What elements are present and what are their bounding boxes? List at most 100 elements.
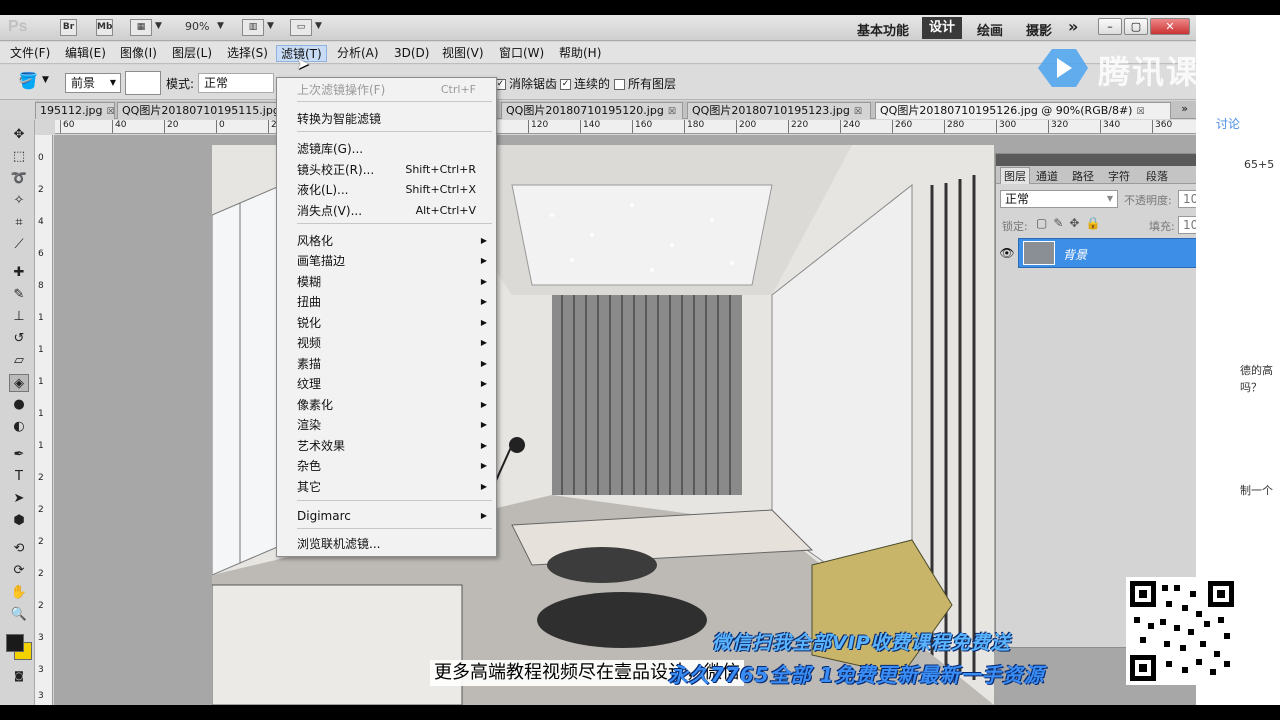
close-icon[interactable]: ☒: [668, 107, 676, 117]
quick-mask-icon[interactable]: ◙: [9, 668, 29, 686]
view-extras-icon[interactable]: ▦: [130, 19, 152, 36]
tab-channels[interactable]: 通道: [1036, 168, 1058, 184]
menu-item-digimarc[interactable]: Digimarc ▶: [297, 507, 492, 525]
chevron-down-icon[interactable]: ▼: [315, 21, 322, 31]
tab-paragraph[interactable]: 段落: [1146, 168, 1168, 184]
lasso-tool-icon[interactable]: ➰: [9, 170, 29, 188]
mode-select[interactable]: 正常: [198, 73, 274, 93]
marquee-tool-icon[interactable]: ⬚: [9, 148, 29, 166]
healing-brush-icon[interactable]: ✚: [9, 264, 29, 282]
tab-document-3[interactable]: QQ图片20180710195120.jpg ☒: [501, 102, 683, 119]
foreground-color-swatch[interactable]: [6, 634, 24, 652]
maximize-button[interactable]: ▢: [1124, 18, 1148, 35]
chevron-down-icon[interactable]: ▼: [217, 21, 224, 31]
menu-item-sketch[interactable]: 素描 ▶: [297, 355, 492, 373]
fill-source-select[interactable]: 前景 ▼: [65, 73, 121, 93]
path-selection-icon[interactable]: ➤: [9, 490, 29, 508]
clone-stamp-icon[interactable]: ⊥: [9, 308, 29, 326]
more-tabs-icon[interactable]: »: [1181, 102, 1188, 115]
contiguous-checkbox[interactable]: ✓ 连续的: [560, 75, 610, 92]
tab-character[interactable]: 字符: [1108, 168, 1130, 184]
close-icon[interactable]: ☒: [107, 107, 114, 117]
menu-item-brush-strokes[interactable]: 画笔描边 ▶: [297, 252, 492, 270]
close-button[interactable]: ✕: [1150, 18, 1190, 35]
zoom-level[interactable]: 90%: [185, 20, 209, 33]
menu-item-browse-filters-online[interactable]: 浏览联机滤镜...: [297, 535, 492, 553]
chevron-down-icon[interactable]: ▼: [155, 21, 162, 31]
eraser-tool-icon[interactable]: ▱: [9, 352, 29, 370]
menu-item-filter-gallery[interactable]: 滤镜库(G)...: [297, 140, 492, 158]
shape-tool-icon[interactable]: ⬢: [9, 512, 29, 530]
tab-layers[interactable]: 图层: [1000, 167, 1030, 184]
3d-rotate-icon[interactable]: ⟲: [9, 540, 29, 558]
eye-icon[interactable]: 👁: [998, 238, 1016, 268]
workspace-essentials[interactable]: 基本功能: [857, 20, 909, 39]
menu-window[interactable]: 窗口(W): [495, 45, 548, 62]
tab-document-1[interactable]: 195112.jpg ☒: [35, 102, 115, 119]
menu-image[interactable]: 图像(I): [116, 45, 161, 62]
workspace-photography[interactable]: 摄影: [1026, 20, 1052, 39]
tab-document-2[interactable]: QQ图片20180710195115.jpg: [117, 102, 279, 119]
pattern-picker[interactable]: [125, 71, 161, 95]
move-tool-icon[interactable]: ✥: [9, 126, 29, 144]
type-tool-icon[interactable]: T: [9, 468, 29, 486]
opacity-input[interactable]: 100%: [1178, 190, 1196, 208]
menu-item-last-filter[interactable]: 上次滤镜操作(F) Ctrl+F: [297, 81, 492, 99]
3d-orbit-icon[interactable]: ⟳: [9, 562, 29, 580]
filter-dropdown-menu[interactable]: 上次滤镜操作(F) Ctrl+F 转换为智能滤镜 滤镜库(G)... 镜头校正(R…: [276, 77, 497, 557]
more-workspaces-icon[interactable]: »: [1068, 17, 1078, 36]
paint-bucket-tool-icon[interactable]: ◈: [9, 374, 29, 392]
menu-item-stylize[interactable]: 风格化 ▶: [297, 232, 492, 250]
menu-analysis[interactable]: 分析(A): [333, 45, 383, 62]
menu-item-other[interactable]: 其它 ▶: [297, 478, 492, 496]
hand-tool-icon[interactable]: ✋: [9, 584, 29, 602]
menu-item-liquify[interactable]: 液化(L)... Shift+Ctrl+X: [297, 181, 492, 199]
menu-item-distort[interactable]: 扭曲 ▶: [297, 293, 492, 311]
chevron-down-icon[interactable]: ▼: [42, 75, 49, 85]
menu-help[interactable]: 帮助(H): [555, 45, 605, 62]
antialias-checkbox[interactable]: ✓ 消除锯齿: [495, 75, 557, 92]
fill-input[interactable]: 100%: [1178, 216, 1196, 234]
menu-item-sharpen[interactable]: 锐化 ▶: [297, 314, 492, 332]
discuss-tab[interactable]: 讨论: [1216, 115, 1240, 132]
dodge-tool-icon[interactable]: ◐: [9, 418, 29, 436]
menu-view[interactable]: 视图(V): [438, 45, 488, 62]
tab-document-active[interactable]: QQ图片20180710195126.jpg @ 90%(RGB/8#) ☒: [875, 102, 1171, 119]
menu-layer[interactable]: 图层(L): [168, 45, 216, 62]
minimize-button[interactable]: –: [1098, 18, 1122, 35]
tab-paths[interactable]: 路径: [1072, 168, 1094, 184]
crop-tool-icon[interactable]: ⌗: [9, 214, 29, 232]
blend-mode-select[interactable]: 正常 ▼: [1000, 190, 1118, 208]
chevron-down-icon[interactable]: ▼: [267, 21, 274, 31]
workspace-painting[interactable]: 绘画: [977, 20, 1003, 39]
menu-item-pixelate[interactable]: 像素化 ▶: [297, 396, 492, 414]
all-layers-checkbox[interactable]: 所有图层: [614, 75, 676, 92]
blur-tool-icon[interactable]: ●: [9, 396, 29, 414]
menu-file[interactable]: 文件(F): [6, 45, 54, 62]
lock-options-icon[interactable]: ▢✎✥🔒: [1036, 216, 1106, 230]
menu-item-render[interactable]: 渲染 ▶: [297, 416, 492, 434]
bridge-button[interactable]: Br: [60, 19, 77, 36]
workspace-design[interactable]: 设计: [922, 17, 962, 39]
menu-edit[interactable]: 编辑(E): [61, 45, 110, 62]
brush-tool-icon[interactable]: ✎: [9, 286, 29, 304]
arrange-documents-icon[interactable]: ▥: [242, 19, 264, 36]
menu-item-artistic[interactable]: 艺术效果 ▶: [297, 437, 492, 455]
mini-bridge-button[interactable]: Mb: [96, 19, 113, 36]
pen-tool-icon[interactable]: ✒: [9, 446, 29, 464]
menu-item-video[interactable]: 视频 ▶: [297, 334, 492, 352]
layer-row-background[interactable]: 背景 🔒: [1018, 238, 1196, 268]
paint-bucket-icon[interactable]: 🪣: [18, 71, 38, 90]
eyedropper-tool-icon[interactable]: ⟋: [9, 236, 29, 254]
menu-item-noise[interactable]: 杂色 ▶: [297, 457, 492, 475]
close-icon[interactable]: ☒: [1136, 107, 1144, 117]
menu-3d[interactable]: 3D(D): [390, 45, 433, 62]
history-brush-icon[interactable]: ↺: [9, 330, 29, 348]
menu-item-vanishing-point[interactable]: 消失点(V)... Alt+Ctrl+V: [297, 202, 492, 220]
menu-item-convert-smart-filter[interactable]: 转换为智能滤镜: [297, 110, 492, 128]
magic-wand-icon[interactable]: ✧: [9, 192, 29, 210]
menu-item-blur[interactable]: 模糊 ▶: [297, 273, 492, 291]
screen-mode-icon[interactable]: ▭: [290, 19, 312, 36]
close-icon[interactable]: ☒: [854, 107, 862, 117]
zoom-tool-icon[interactable]: 🔍: [9, 606, 29, 624]
